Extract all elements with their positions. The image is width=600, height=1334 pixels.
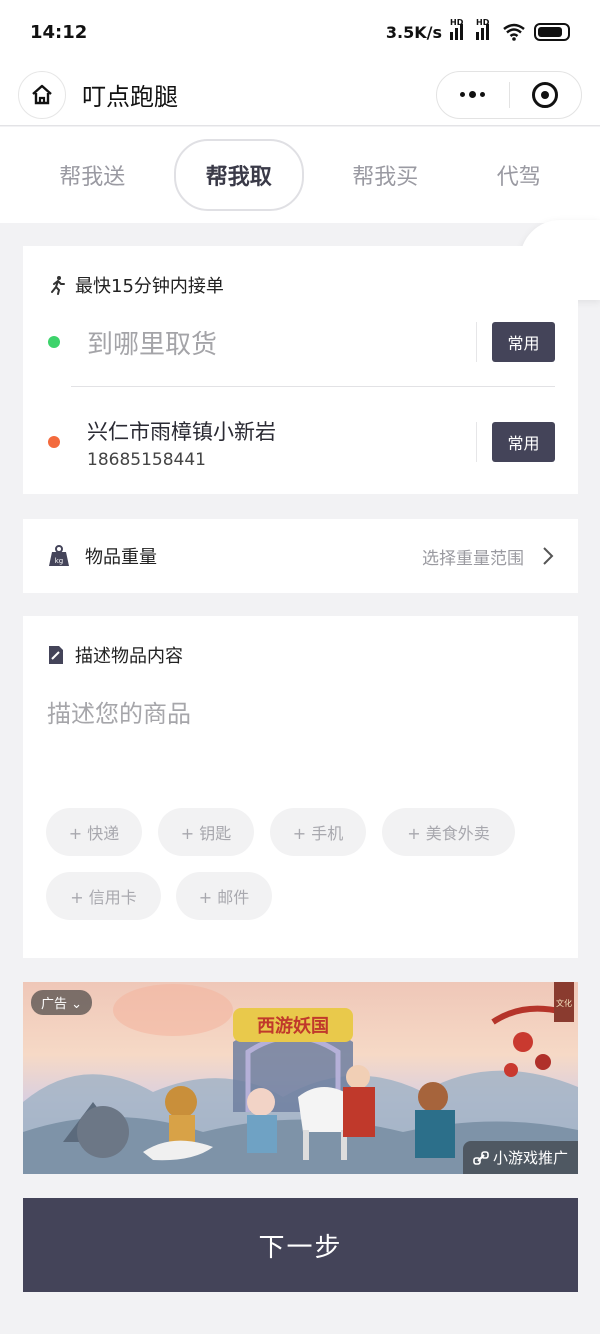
tag-mail[interactable]: + 邮件 xyxy=(176,872,272,920)
note-icon xyxy=(49,646,63,664)
more-button[interactable] xyxy=(437,72,509,118)
next-step-button[interactable]: 下一步 xyxy=(23,1198,578,1292)
address-divider xyxy=(71,386,555,387)
tab-fetch[interactable]: 帮我取 xyxy=(173,139,304,211)
signal-icon: HD xyxy=(450,18,468,40)
nav-bar: 叮点跑腿 xyxy=(0,64,600,126)
description-title-text: 描述物品内容 xyxy=(75,646,183,667)
weight-row[interactable]: kg 物品重量 选择重量范围 xyxy=(23,519,578,593)
wifi-icon xyxy=(503,23,525,41)
weight-value: 选择重量范围 xyxy=(422,548,524,569)
weight-icon: kg xyxy=(49,545,69,566)
to-dot xyxy=(48,436,60,448)
ad-promo-label: 小游戏推广 xyxy=(462,1141,578,1174)
tag-phone[interactable]: + 手机 xyxy=(270,808,366,856)
home-button[interactable] xyxy=(18,70,66,119)
chevron-right-icon xyxy=(543,547,554,565)
service-tabs: 帮我送 帮我取 帮我买 代驾 xyxy=(0,127,600,223)
page-title: 叮点跑腿 xyxy=(82,83,178,111)
status-indicators: 3.5K/s HD HD xyxy=(385,18,570,42)
from-dot xyxy=(48,336,60,348)
close-mini-program-button[interactable] xyxy=(510,72,582,118)
tab-driver[interactable]: 代驾 xyxy=(467,141,571,209)
mini-program-capsule xyxy=(436,70,582,119)
runner-icon xyxy=(51,276,65,295)
to-divider xyxy=(476,422,477,462)
address-card: 最快15分钟内接单 到哪里取货 常用 兴仁市雨樟镇小新岩 18685158441… xyxy=(23,246,578,494)
description-title: 描述物品内容 xyxy=(47,642,183,668)
pickup-hint: 最快15分钟内接单 xyxy=(47,272,224,298)
description-input[interactable]: 描述您的商品 xyxy=(47,694,191,729)
from-address-input[interactable]: 到哪里取货 xyxy=(87,324,217,361)
svg-text:文化: 文化 xyxy=(556,998,572,1008)
ad-banner[interactable]: 西游妖国 文化 广告 ⌄ 小游戏推广 xyxy=(23,982,578,1174)
to-address-row[interactable]: 兴仁市雨樟镇小新岩 18685158441 常用 xyxy=(23,416,578,472)
weight-label: 物品重量 xyxy=(85,547,157,568)
from-address-row[interactable]: 到哪里取货 常用 xyxy=(23,322,578,362)
to-frequent-button[interactable]: 常用 xyxy=(492,422,555,462)
home-icon xyxy=(32,84,52,104)
target-icon xyxy=(532,81,559,108)
to-phone-text: 18685158441 xyxy=(87,450,206,470)
description-card: 描述物品内容 描述您的商品 + 快递 + 钥匙 + 手机 + 美食外卖 + 信用… xyxy=(23,616,578,958)
signal-icon-2: HD xyxy=(476,18,494,40)
status-time: 14:12 xyxy=(30,21,88,43)
status-bar: 14:12 3.5K/s HD HD xyxy=(0,0,600,64)
battery-icon xyxy=(534,23,570,41)
link-icon xyxy=(473,1150,489,1165)
from-frequent-button[interactable]: 常用 xyxy=(492,322,555,362)
more-icon xyxy=(460,91,486,98)
tag-food-delivery[interactable]: + 美食外卖 xyxy=(382,808,515,856)
ad-badge[interactable]: 广告 ⌄ xyxy=(31,990,93,1015)
net-speed: 3.5K/s xyxy=(385,22,442,42)
pickup-hint-text: 最快15分钟内接单 xyxy=(75,276,224,297)
svg-text:kg: kg xyxy=(55,557,64,565)
tag-credit-card[interactable]: + 信用卡 xyxy=(46,872,161,920)
tab-send[interactable]: 帮我送 xyxy=(29,141,155,209)
svg-text:西游妖国: 西游妖国 xyxy=(257,1015,329,1037)
tag-keys[interactable]: + 钥匙 xyxy=(158,808,254,856)
to-address-text: 兴仁市雨樟镇小新岩 xyxy=(87,420,276,444)
from-divider xyxy=(476,322,477,362)
tag-express[interactable]: + 快递 xyxy=(46,808,142,856)
tab-buy[interactable]: 帮我买 xyxy=(322,141,448,209)
